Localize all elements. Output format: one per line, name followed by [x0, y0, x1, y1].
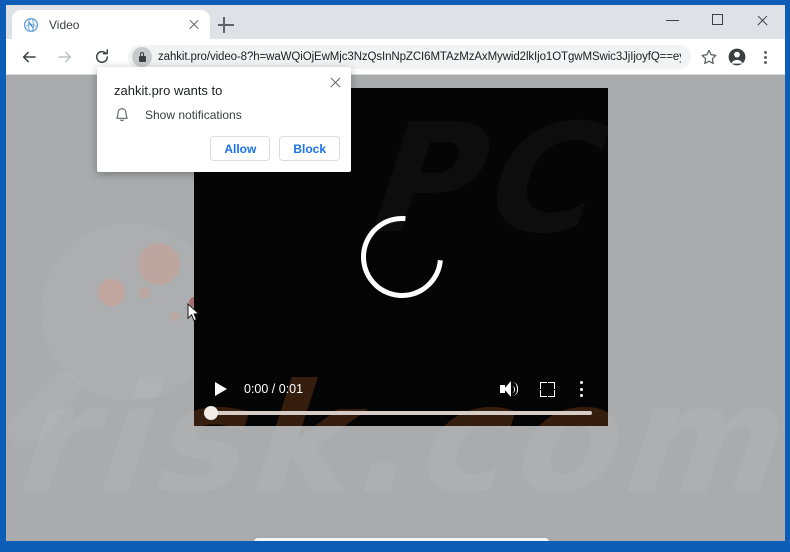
back-arrow-icon [22, 51, 36, 62]
video-controls-bar: 0:00 / 0:01 [194, 368, 608, 426]
browser-menu-icon[interactable] [751, 43, 779, 71]
toolbar-right-icons [695, 43, 785, 71]
video-progress-handle[interactable] [204, 406, 218, 420]
tab-title: Video [49, 17, 80, 32]
volume-icon[interactable] [494, 376, 524, 402]
permission-buttons: Allow Block [210, 136, 340, 161]
click-allow-banner: Click Allow to watch the video [254, 538, 549, 541]
watermark-dot [138, 243, 180, 285]
permission-label: Show notifications [145, 108, 242, 122]
maximize-button[interactable] [695, 5, 740, 35]
forward-button[interactable] [51, 43, 79, 71]
bell-icon [114, 107, 130, 123]
tab-close-icon[interactable] [186, 17, 202, 33]
star-icon[interactable] [695, 43, 723, 71]
reload-icon [95, 48, 109, 63]
address-bar[interactable]: zahkit.pro/video-8?h=waWQiOjEwMjc3NzQsIn… [128, 44, 691, 69]
video-progress-bar[interactable] [204, 406, 592, 420]
back-button[interactable] [15, 43, 43, 71]
permission-title: zahkit.pro wants to [114, 83, 223, 98]
profile-avatar-icon[interactable] [723, 43, 751, 71]
new-tab-button[interactable] [216, 15, 236, 35]
watermark-dot [139, 287, 150, 298]
play-button[interactable] [208, 377, 232, 401]
allow-button[interactable]: Allow [210, 136, 271, 161]
browser-tab-video[interactable]: Video [12, 10, 210, 39]
watermark-dot [98, 279, 125, 306]
window-frame: Video zahkit.pro/video-8?h=waWQiOjEwMjc3… [0, 0, 790, 552]
loading-spinner-icon [344, 199, 460, 315]
permission-close-icon[interactable] [327, 74, 343, 90]
forward-arrow-icon [58, 51, 72, 62]
video-time-display: 0:00 / 0:01 [244, 382, 304, 396]
magnifying-glass-watermark-icon [41, 223, 219, 401]
block-button[interactable]: Block [279, 136, 340, 161]
permission-request-row: Show notifications [114, 107, 242, 123]
address-bar-url: zahkit.pro/video-8?h=waWQiOjEwMjc3NzQsIn… [158, 50, 681, 63]
fullscreen-icon[interactable] [532, 376, 562, 402]
tab-favicon-icon [23, 17, 39, 33]
magnifier-handle-icon [6, 363, 88, 455]
window-controls [650, 5, 785, 35]
tab-strip: Video [6, 5, 785, 39]
lock-icon[interactable] [132, 46, 152, 67]
minimize-button[interactable] [650, 5, 695, 35]
notification-permission-dialog: zahkit.pro wants to Show notifications A… [97, 67, 351, 172]
close-window-button[interactable] [740, 5, 785, 35]
video-more-options-icon[interactable] [566, 376, 596, 402]
browser-window: Video zahkit.pro/video-8?h=waWQiOjEwMjc3… [6, 5, 785, 541]
watermark-dot [170, 312, 179, 321]
